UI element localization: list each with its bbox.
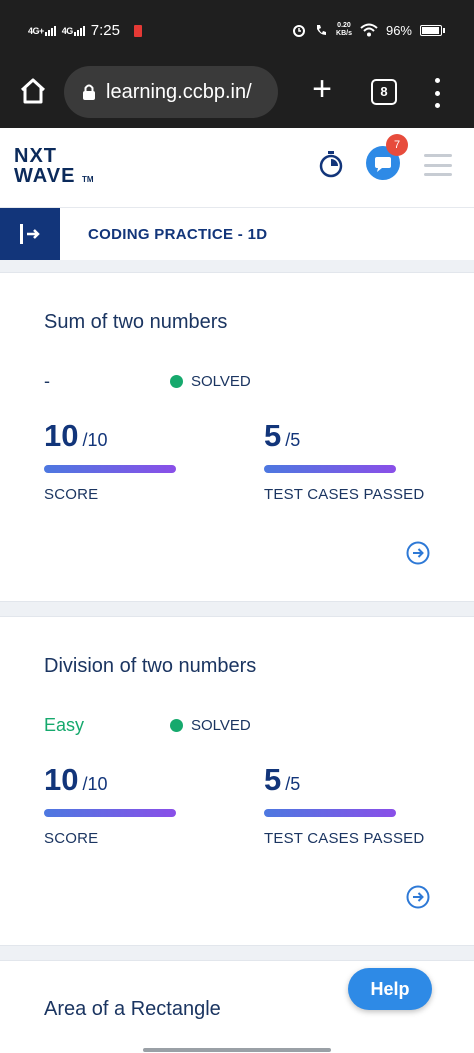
score-value: 10/10: [44, 762, 108, 798]
score: 10: [44, 418, 79, 453]
status-badge: SOLVED: [170, 373, 251, 390]
score-value: 10/10: [44, 418, 108, 454]
home-icon[interactable]: [18, 76, 48, 106]
battery-icon: [420, 24, 445, 36]
practice-header: CODING PRACTICE - 1D: [0, 208, 474, 260]
tests-progress-bar: [264, 465, 396, 473]
notification-badge: 7: [386, 134, 408, 156]
arrow-right-icon[interactable]: [406, 541, 430, 565]
arrow-right-icon[interactable]: [406, 885, 430, 909]
data-speed: 0.20 KB/s: [336, 22, 352, 38]
alarm-icon: [293, 25, 306, 37]
data-speed-unit: KB/s: [336, 30, 352, 37]
question-title[interactable]: Sum of two numbers: [44, 311, 227, 334]
tests-passed: 5: [264, 418, 282, 453]
status-text: SOLVED: [191, 717, 251, 734]
solved-dot-icon: [170, 375, 183, 388]
status-bar: 4G+ 4G 7:25 0.20 KB/s 96%: [0, 0, 474, 62]
tab-count: 8: [380, 84, 388, 99]
logo-line-2: WAVE: [14, 165, 76, 187]
url-text: learning.ccbp.in/: [106, 80, 252, 103]
score-total: /10: [82, 430, 108, 450]
sidebar-toggle-icon: [20, 224, 40, 244]
solved-dot-icon: [170, 719, 183, 732]
logo-line-1: NXT: [14, 145, 57, 167]
menu-icon[interactable]: [424, 154, 452, 176]
notification-icon: [133, 24, 142, 37]
timer-icon[interactable]: [318, 150, 344, 178]
more-icon[interactable]: [430, 78, 444, 108]
tabs-button[interactable]: 8: [371, 79, 397, 105]
signal-icon: 4G+: [28, 25, 56, 36]
score-label: SCORE: [44, 830, 99, 847]
practice-title: CODING PRACTICE - 1D: [88, 226, 268, 243]
score-total: /10: [82, 774, 108, 794]
question-title[interactable]: Area of a Rectangle: [44, 998, 221, 1021]
score-label: SCORE: [44, 486, 99, 503]
network-type-2: 4G: [61, 25, 74, 36]
question-title[interactable]: Division of two numbers: [44, 655, 256, 678]
logo-tm: TM: [81, 175, 94, 184]
tests-total: /5: [285, 774, 301, 794]
network-type-1: 4G+: [28, 25, 44, 36]
data-speed-value: 0.20: [337, 22, 351, 29]
difficulty-label: -: [44, 371, 50, 391]
tests-label: TEST CASES PASSED: [264, 486, 425, 503]
difficulty-label: Easy: [44, 715, 85, 735]
tests-total: /5: [285, 430, 301, 450]
call-icon: [317, 25, 327, 35]
tests-label: TEST CASES PASSED: [264, 830, 425, 847]
clock: 7:25: [90, 22, 120, 39]
plus-icon: +: [312, 70, 332, 108]
tests-value: 5/5: [264, 418, 300, 454]
wifi-icon: [360, 23, 378, 37]
new-tab-button[interactable]: +: [306, 72, 338, 106]
sidebar-toggle-button[interactable]: [0, 208, 60, 260]
status-badge: SOLVED: [170, 717, 251, 734]
question-card[interactable]: Division of two numbers Easy SOLVED 10/1…: [0, 616, 474, 946]
score-progress-bar: [44, 809, 176, 817]
nxtwave-logo[interactable]: NXT WAVE TM: [14, 146, 94, 190]
home-indicator[interactable]: [143, 1048, 331, 1052]
battery-percent: 96%: [385, 22, 412, 38]
signal-icon-2: 4G: [61, 25, 85, 36]
tests-value: 5/5: [264, 762, 300, 798]
lock-icon: [83, 84, 95, 100]
tests-passed: 5: [264, 762, 282, 797]
url-bar[interactable]: learning.ccbp.in/: [64, 66, 278, 118]
score-progress-bar: [44, 465, 176, 473]
score: 10: [44, 762, 79, 797]
tests-progress-bar: [264, 809, 396, 817]
browser-toolbar: learning.ccbp.in/ + 8: [0, 62, 474, 128]
status-text: SOLVED: [191, 373, 251, 390]
question-card[interactable]: Sum of two numbers - SOLVED 10/10 SCORE …: [0, 272, 474, 602]
help-button[interactable]: Help: [348, 968, 432, 1010]
